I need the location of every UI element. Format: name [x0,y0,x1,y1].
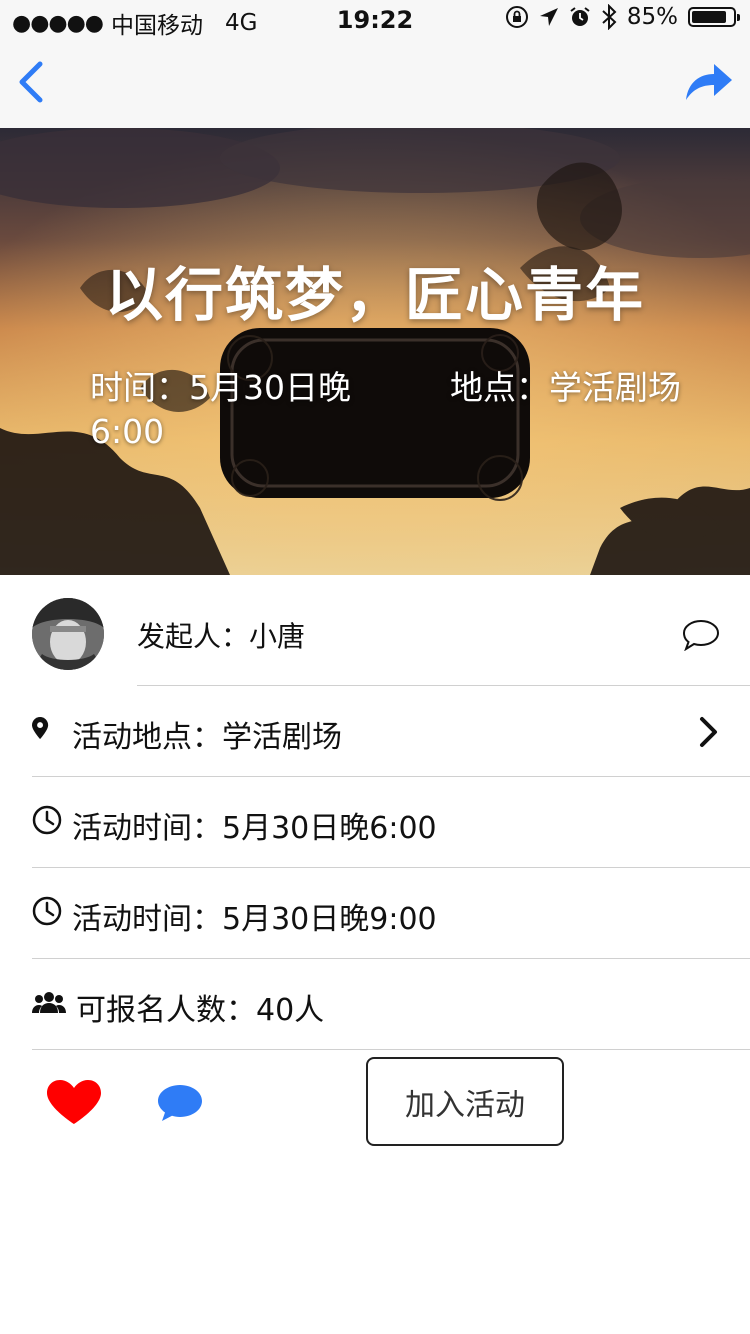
share-arrow-icon[interactable] [682,58,734,106]
battery-percent: 85% [626,4,678,30]
detail-value: 5月30日晚9:00 [222,902,437,937]
organizer-text: 发起人：小唐 [137,615,305,655]
organizer-name: 小唐 [249,620,306,653]
banner-place-label: 地点： [450,368,549,407]
detail-row-start-time: 活动时间：5月30日晚6:00 [0,777,750,867]
banner-place-value: 学活剧场 [549,368,681,407]
detail-label: 活动时间： [72,902,222,937]
organizer-row: 发起人：小唐 [0,575,750,685]
status-right: 85% [505,4,740,30]
detail-label: 可报名人数： [76,993,256,1028]
banner-image [0,128,750,575]
detail-text: 活动地点：学活剧场 [72,712,342,756]
avatar-image [32,598,104,670]
event-title: 以行筑梦，匠心青年 [104,261,645,329]
status-bar: ●●●●● 中国移动 4G 19:22 85% [0,0,750,40]
event-banner: 以行筑梦，匠心青年 时间：5月30日晚6:00 地点：学活剧场 [0,128,750,575]
bluetooth-icon [602,4,617,30]
heart-icon[interactable] [47,1080,101,1124]
detail-row-capacity: 可报名人数：40人 [0,959,750,1049]
rotation-lock-icon [505,6,528,28]
detail-value: 5月30日晚6:00 [222,811,437,846]
alarm-icon [570,7,590,26]
message-icon[interactable] [682,619,720,651]
location-pin-icon [32,717,49,739]
navigation-bar [0,40,750,128]
detail-text: 活动时间：5月30日晚9:00 [72,894,437,938]
detail-label: 活动时间： [72,811,222,846]
detail-text: 可报名人数：40人 [76,985,324,1029]
detail-value: 40人 [256,993,325,1028]
chevron-left-icon[interactable] [14,58,54,106]
clock-icon [32,805,62,835]
banner-time-label: 时间： [90,368,189,407]
banner-place: 地点：学活剧场 [450,366,681,410]
organizer-label: 发起人： [137,620,250,653]
detail-row-location[interactable]: 活动地点：学活剧场 [0,686,750,776]
clock-icon [32,896,62,926]
comment-icon[interactable] [156,1083,204,1123]
join-activity-button[interactable]: 加入活动 [366,1057,564,1146]
battery-icon [688,7,740,27]
people-icon [32,992,66,1013]
chevron-right-icon [700,717,717,747]
detail-label: 活动地点： [72,720,222,755]
action-bar: 加入活动 [0,1050,750,1160]
banner-time: 时间：5月30日晚6:00 [90,366,390,454]
detail-value: 学活剧场 [222,720,342,755]
location-arrow-icon [539,8,558,26]
avatar[interactable] [32,598,104,670]
battery-fill [692,11,726,23]
detail-row-end-time: 活动时间：5月30日晚9:00 [0,868,750,958]
detail-text: 活动时间：5月30日晚6:00 [72,803,437,847]
